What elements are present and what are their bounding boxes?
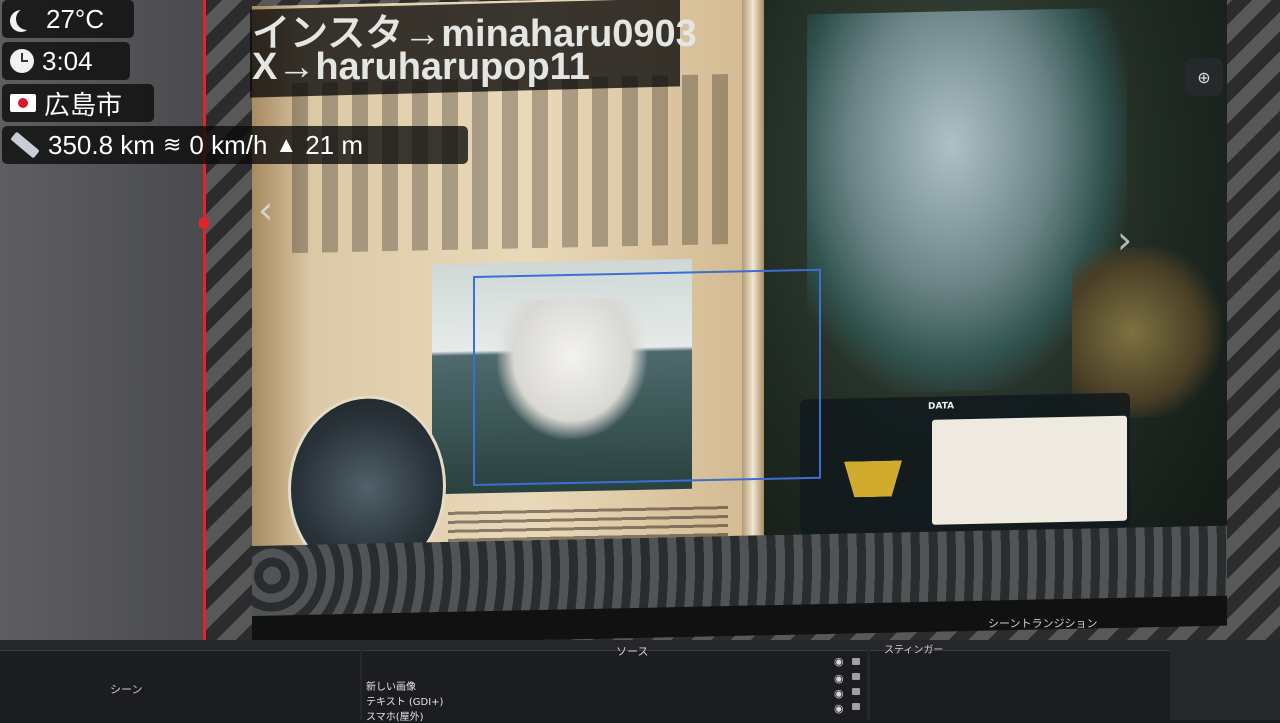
time-chip: 3:04 [2,42,130,80]
source-selection-box[interactable] [473,268,821,486]
moon-icon [16,8,38,30]
scenes-title: シーン [110,683,143,696]
source-item[interactable]: テキスト (GDI+) [366,693,443,708]
sources-title: ソース [616,645,649,658]
source-item[interactable]: 新しい画像 [366,678,416,693]
time: 3:04 [42,45,93,76]
next-arrow-icon[interactable]: › [1117,218,1132,262]
lock-icon[interactable] [852,688,860,695]
lock-icon[interactable] [852,673,860,680]
data-text-box [932,415,1127,525]
transitions-title: シーントランジション [988,617,1098,630]
obs-preview-photo: DATA ⊕ ‹ › インスタ→minaharu0903 X→haruharup… [0,0,1280,723]
distance: 350.8 km [48,129,155,160]
eye-icon[interactable]: ◉ [834,655,844,668]
globe-icon[interactable]: ⊕ [1185,58,1223,96]
x-handle: X→haruharupop11 [252,46,590,88]
eye-icon[interactable]: ◉ [834,672,844,685]
prev-arrow-icon[interactable]: ‹ [258,188,273,232]
sources-dock: ソース [362,645,867,721]
travel-chip: 350.8 km ≋ 0 km/h ▲ 21 m [2,126,468,164]
altitude: 21 m [305,129,364,160]
lock-icon[interactable] [852,658,860,665]
mountain-icon: ▲ [275,132,298,157]
red-guide-handle[interactable] [199,218,209,228]
city: 広島市 [44,89,123,120]
data-label: DATA [928,401,955,412]
clock-icon [10,49,34,73]
city-chip: 広島市 [2,84,154,122]
speed: 0 km/h [189,129,268,160]
scenes-dock: シーン [0,650,360,721]
lock-icon[interactable] [852,703,860,710]
weather-chip: 27°C [2,0,134,38]
wind-icon: ≋ [162,132,182,157]
eye-icon[interactable]: ◉ [834,687,844,700]
transition-select[interactable]: スティンガー [884,641,943,656]
transitions-dock: シーントランジション スティンガー [870,617,1170,721]
red-guide-line [203,0,206,665]
source-item[interactable]: スマホ(屋外) [366,708,424,723]
temperature: 27°C [46,3,105,34]
japan-flag-icon [10,94,36,112]
ruler-icon [10,131,40,159]
eye-icon[interactable]: ◉ [834,702,844,715]
